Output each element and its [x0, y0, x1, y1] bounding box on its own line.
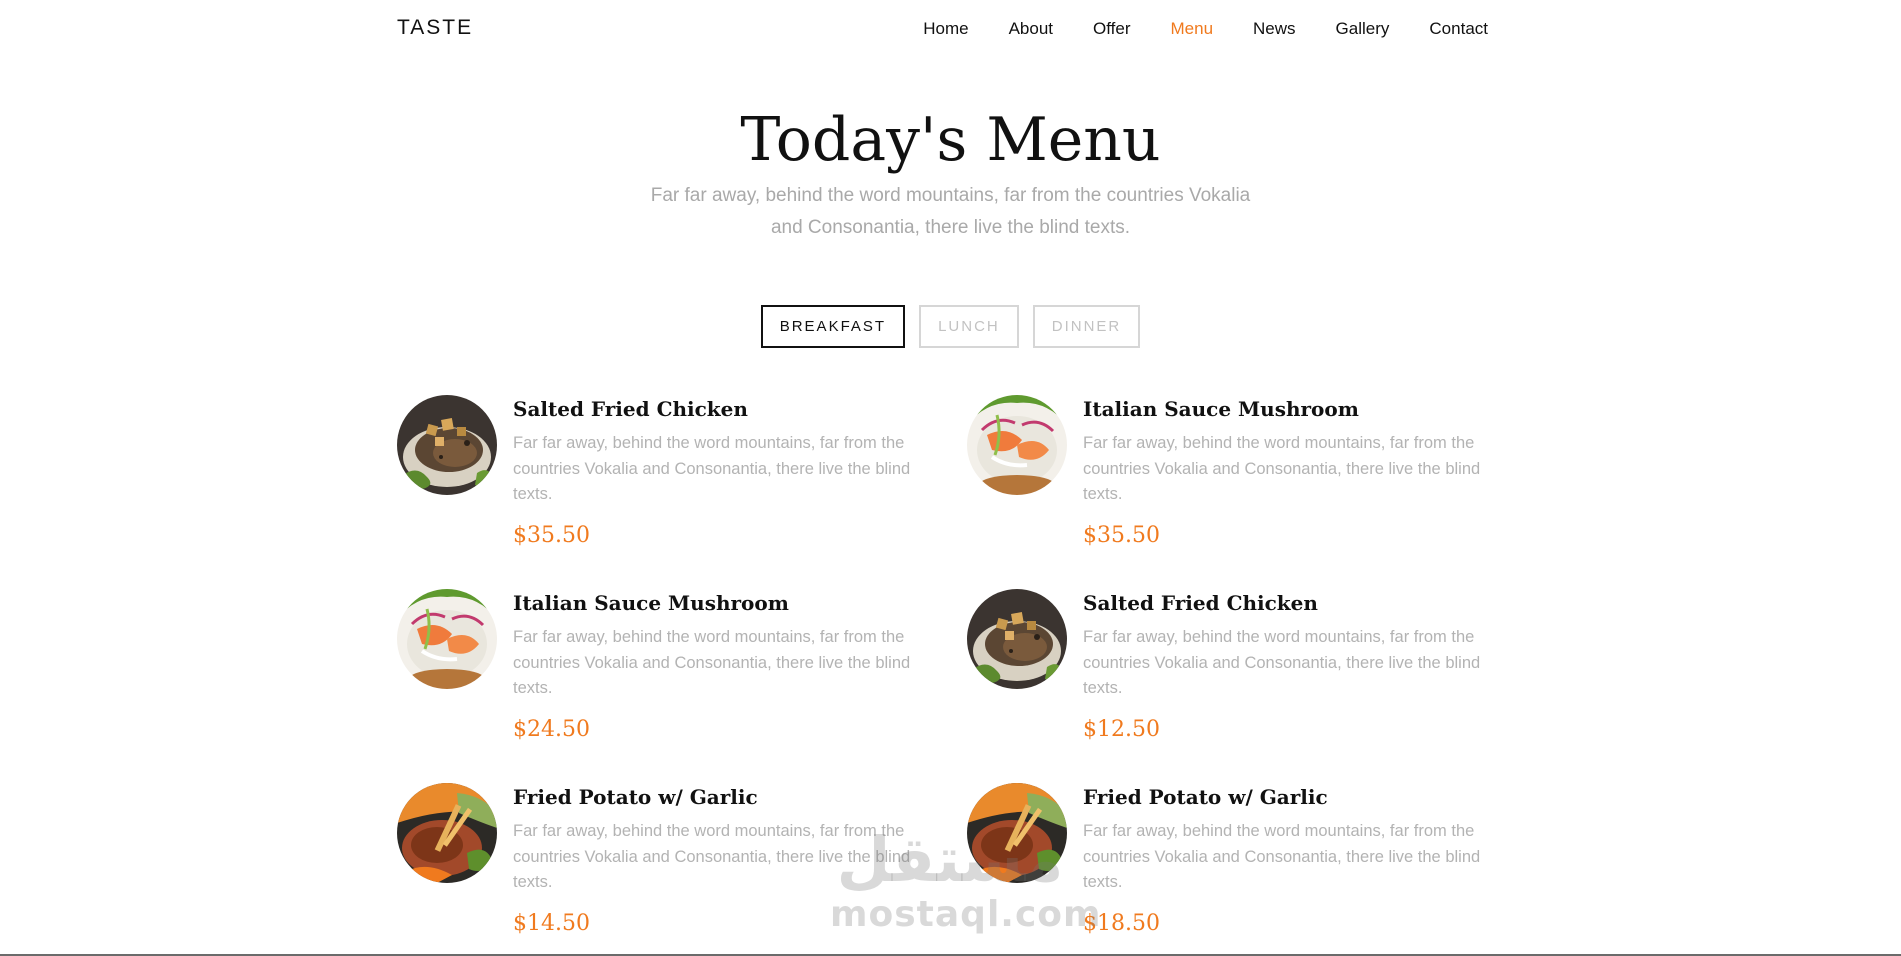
- menu-item[interactable]: Fried Potato w/ Garlic Far far away, beh…: [397, 783, 942, 956]
- menu-item[interactable]: Salted Fried Chicken Far far away, behin…: [967, 589, 1512, 779]
- dish-name: Italian Sauce Mushroom: [1083, 397, 1359, 421]
- nav-item-offer[interactable]: Offer: [1093, 19, 1130, 39]
- tab-lunch[interactable]: LUNCH: [919, 305, 1019, 348]
- dish-description: Far far away, behind the word mountains,…: [1083, 822, 1481, 891]
- dish-name: Fried Potato w/ Garlic: [513, 785, 758, 809]
- dish-price: $35.50: [513, 523, 590, 548]
- dish-name: Italian Sauce Mushroom: [513, 591, 789, 615]
- menu-item[interactable]: Fried Potato w/ Garlic Far far away, beh…: [967, 783, 1512, 956]
- potato-dish-image: [397, 783, 497, 883]
- brand-logo[interactable]: TASTE: [397, 16, 473, 40]
- nav-item-gallery[interactable]: Gallery: [1336, 19, 1390, 39]
- menu-item[interactable]: Italian Sauce Mushroom Far far away, beh…: [397, 589, 942, 779]
- dish-price: $24.50: [513, 717, 590, 742]
- menu-tabs: BREAKFAST LUNCH DINNER: [0, 305, 1901, 348]
- dish-description: Far far away, behind the word mountains,…: [513, 822, 911, 891]
- nav-item-contact[interactable]: Contact: [1429, 19, 1488, 39]
- salad-dish-image: [967, 395, 1067, 495]
- chicken-dish-image: [397, 395, 497, 495]
- top-navbar: TASTE Home About Offer Menu News Gallery…: [0, 0, 1901, 60]
- chicken-dish-image: [967, 589, 1067, 689]
- main-nav: Home About Offer Menu News Gallery Conta…: [883, 19, 1488, 39]
- dish-price: $35.50: [1083, 523, 1160, 548]
- dish-price: $14.50: [513, 911, 590, 936]
- page-title: Today's Menu: [740, 105, 1161, 175]
- nav-item-home[interactable]: Home: [923, 19, 968, 39]
- nav-item-about[interactable]: About: [1009, 19, 1053, 39]
- nav-item-menu[interactable]: Menu: [1171, 19, 1214, 39]
- dish-name: Salted Fried Chicken: [1083, 591, 1318, 615]
- tab-breakfast[interactable]: BREAKFAST: [760, 305, 906, 348]
- salad-dish-image: [397, 589, 497, 689]
- dish-name: Salted Fried Chicken: [513, 397, 748, 421]
- dish-price: $18.50: [1083, 911, 1160, 936]
- menu-heading-section: Today's Menu Far far away, behind the wo…: [0, 100, 1901, 244]
- dish-description: Far far away, behind the word mountains,…: [1083, 628, 1481, 697]
- dish-name: Fried Potato w/ Garlic: [1083, 785, 1328, 809]
- potato-dish-image: [967, 783, 1067, 883]
- menu-item[interactable]: Italian Sauce Mushroom Far far away, beh…: [967, 395, 1512, 585]
- dish-description: Far far away, behind the word mountains,…: [1083, 434, 1481, 503]
- tab-dinner[interactable]: DINNER: [1032, 305, 1141, 348]
- dish-description: Far far away, behind the word mountains,…: [513, 434, 911, 503]
- dish-description: Far far away, behind the word mountains,…: [513, 628, 911, 697]
- page-subtitle: Far far away, behind the word mountains,…: [650, 185, 1251, 238]
- dish-price: $12.50: [1083, 717, 1160, 742]
- nav-item-news[interactable]: News: [1253, 19, 1296, 39]
- menu-item[interactable]: Salted Fried Chicken Far far away, behin…: [397, 395, 942, 585]
